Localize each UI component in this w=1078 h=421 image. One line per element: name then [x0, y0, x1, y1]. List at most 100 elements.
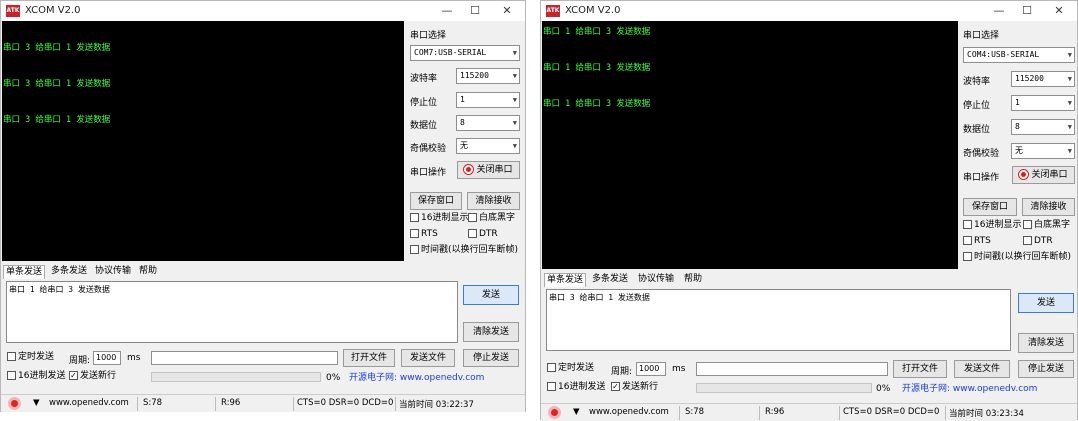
chevron-down-icon: ▼ — [512, 72, 517, 80]
send-button[interactable]: 发送 — [463, 285, 519, 305]
white-bg-checkbox[interactable]: 白底黑字 — [468, 213, 515, 224]
xcom-window-right: ATK XCOM V2.0 — ☐ ✕ 串口 1 给串口 3 发送数据 串口 1… — [540, 0, 1078, 421]
chevron-down-icon: ▼ — [512, 96, 517, 104]
tab-help[interactable]: 帮助 — [682, 273, 704, 287]
settings-gear-icon[interactable] — [8, 397, 21, 410]
send-newline-checkbox[interactable]: ✓ 发送新行 — [69, 371, 116, 382]
open-file-button[interactable]: 打开文件 — [343, 349, 395, 367]
baud-select[interactable]: 115200 ▼ — [1011, 71, 1075, 87]
hex-display-checkbox[interactable]: 16进制显示 — [410, 213, 468, 224]
save-window-button[interactable]: 保存窗口 — [410, 192, 462, 210]
com-port-select[interactable]: COM7:USB-SERIAL ▼ — [410, 45, 520, 61]
hex-display-checkbox[interactable]: 16进制显示 — [963, 220, 1021, 231]
chevron-down-icon: ▼ — [1067, 147, 1072, 155]
divider — [759, 406, 760, 420]
send-file-button[interactable]: 发送文件 — [401, 349, 455, 367]
title-bar: ATK XCOM V2.0 — ☐ ✕ — [541, 1, 1077, 21]
tab-single-send[interactable]: 单条发送 — [544, 273, 587, 287]
timestamp-checkbox[interactable]: 时间戳(以换行回车断帧) — [410, 245, 518, 256]
status-website[interactable]: www.openedv.com — [589, 407, 669, 417]
period-input[interactable]: 1000 — [93, 351, 121, 365]
clear-send-button[interactable]: 清除发送 — [1018, 333, 1074, 353]
send-newline-checkbox[interactable]: ✓ 发送新行 — [611, 382, 658, 393]
timed-send-checkbox[interactable]: 定时发送 — [7, 352, 54, 363]
tab-single-send[interactable]: 单条发送 — [3, 265, 46, 279]
baud-select[interactable]: 115200 ▼ — [456, 68, 520, 84]
checkbox-box — [410, 229, 419, 238]
website-link[interactable]: 开源电子网: www.openedv.com — [902, 381, 1037, 394]
divider — [215, 397, 216, 411]
send-file-button[interactable]: 发送文件 — [954, 360, 1010, 378]
rts-checkbox[interactable]: RTS — [963, 236, 991, 247]
file-path-input[interactable] — [696, 362, 888, 376]
stop-send-button[interactable]: 停止发送 — [463, 349, 519, 367]
hex-send-label: 16进制发送 — [18, 371, 66, 381]
clear-send-button[interactable]: 清除发送 — [463, 322, 519, 342]
send-button[interactable]: 发送 — [1018, 293, 1074, 313]
app-logo-icon: ATK — [546, 5, 560, 17]
clear-receive-button[interactable]: 清除接收 — [1022, 198, 1075, 216]
stop-bits-select[interactable]: 1 ▼ — [1011, 95, 1075, 111]
timed-send-checkbox[interactable]: 定时发送 — [547, 363, 594, 374]
dtr-checkbox[interactable]: DTR — [468, 229, 498, 240]
tab-multi-send[interactable]: 多条发送 — [590, 273, 630, 287]
send-input[interactable]: 串口 3 给串口 1 发送数据 — [546, 289, 1011, 351]
com-port-select[interactable]: COM4:USB-SERIAL ▼ — [963, 47, 1075, 63]
dropdown-arrow-icon[interactable]: ▼ — [573, 407, 580, 417]
hex-display-label: 16进制显示 — [421, 213, 469, 223]
checkbox-box — [547, 382, 556, 391]
rts-checkbox[interactable]: RTS — [410, 229, 438, 240]
minimize-button[interactable]: — — [987, 3, 1011, 19]
send-input[interactable]: 串口 1 给串口 3 发送数据 — [6, 281, 458, 343]
send-progress-bar — [151, 372, 321, 382]
dropdown-arrow-icon[interactable]: ▼ — [33, 398, 40, 408]
check-icon: ✓ — [69, 371, 78, 380]
settings-gear-icon[interactable] — [548, 406, 561, 419]
divider — [293, 397, 294, 411]
timestamp-label: 时间戳(以换行回车断帧) — [974, 252, 1072, 262]
stop-send-button[interactable]: 停止发送 — [1018, 360, 1074, 378]
file-path-input[interactable] — [151, 351, 338, 365]
minimize-button[interactable]: — — [435, 3, 459, 19]
status-website[interactable]: www.openedv.com — [49, 398, 129, 408]
send-tabs: 单条发送 多条发送 协议传输 帮助 — [544, 273, 1074, 287]
tab-multi-send[interactable]: 多条发送 — [49, 265, 89, 279]
status-current-time: 当前时间 03:22:37 — [399, 400, 474, 410]
maximize-button[interactable]: ☐ — [463, 3, 487, 19]
white-bg-checkbox[interactable]: 白底黑字 — [1023, 220, 1070, 231]
receive-area[interactable]: 串口 1 给串口 3 发送数据 串口 1 给串口 3 发送数据 串口 1 给串口… — [542, 21, 958, 269]
tab-help[interactable]: 帮助 — [137, 265, 159, 279]
close-button[interactable]: ✕ — [495, 3, 519, 19]
baud-value: 115200 — [1015, 74, 1044, 83]
maximize-button[interactable]: ☐ — [1015, 3, 1039, 19]
receive-area[interactable]: 串口 3 给串口 1 发送数据 串口 3 给串口 1 发送数据 串口 3 给串口… — [2, 21, 404, 261]
close-port-button[interactable]: 关闭串口 — [457, 161, 520, 179]
clear-receive-button[interactable]: 清除接收 — [467, 192, 520, 210]
open-file-button[interactable]: 打开文件 — [893, 360, 947, 378]
close-port-button[interactable]: 关闭串口 — [1012, 166, 1075, 184]
parity-select[interactable]: 无 ▼ — [1011, 143, 1075, 159]
divider — [137, 397, 138, 411]
chevron-down-icon: ▼ — [1067, 123, 1072, 131]
website-link[interactable]: 开源电子网: www.openedv.com — [349, 370, 484, 383]
timestamp-checkbox[interactable]: 时间戳(以换行回车断帧) — [963, 252, 1071, 263]
send-tabs: 单条发送 多条发送 协议传输 帮助 — [3, 265, 523, 279]
parity-select[interactable]: 无 ▼ — [456, 138, 520, 154]
stop-bits-select[interactable]: 1 ▼ — [456, 92, 520, 108]
period-unit: ms — [127, 353, 141, 363]
tab-protocol[interactable]: 协议传输 — [636, 273, 676, 287]
tab-protocol[interactable]: 协议传输 — [93, 265, 133, 279]
checkbox-box — [7, 371, 16, 380]
data-bits-select[interactable]: 8 ▼ — [1011, 119, 1075, 135]
dtr-checkbox[interactable]: DTR — [1023, 236, 1053, 247]
timed-send-label: 定时发送 — [558, 363, 595, 373]
hex-send-checkbox[interactable]: 16进制发送 — [547, 382, 605, 393]
divider — [679, 406, 680, 420]
save-window-button[interactable]: 保存窗口 — [963, 198, 1017, 216]
period-input[interactable]: 1000 — [636, 362, 666, 376]
data-bits-select[interactable]: 8 ▼ — [456, 115, 520, 131]
white-bg-label: 白底黑字 — [479, 213, 516, 223]
hex-send-checkbox[interactable]: 16进制发送 — [7, 371, 65, 382]
parity-value: 无 — [460, 141, 468, 150]
close-button[interactable]: ✕ — [1047, 3, 1071, 19]
